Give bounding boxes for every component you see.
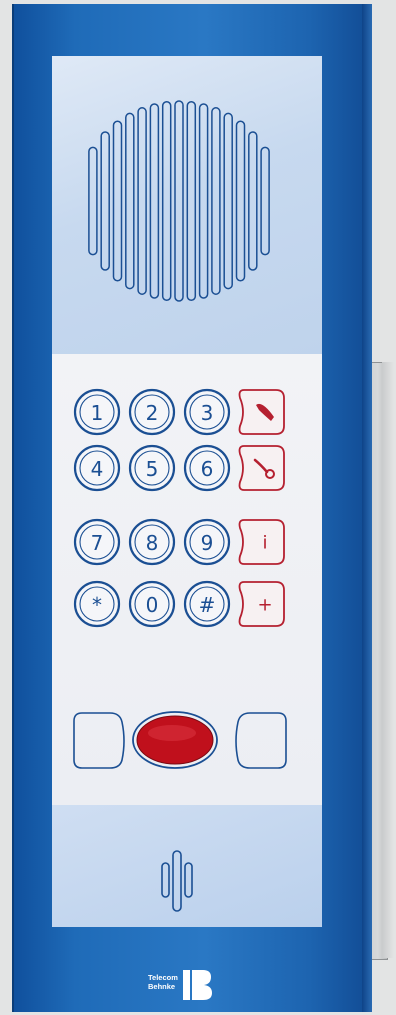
grille-slot [260, 146, 270, 256]
numeric-keypad: 1 2 3 4 5 6 7 8 9 * 0 # [73, 388, 231, 628]
key-2[interactable]: 2 [128, 388, 176, 436]
grille-slot [137, 107, 147, 295]
key-star[interactable]: * [73, 580, 121, 628]
key-label: 5 [146, 457, 159, 481]
grille-slot [125, 112, 135, 290]
key-7[interactable]: 7 [73, 518, 121, 566]
function-key-info[interactable]: i [238, 519, 285, 565]
intercom-photo: 1 2 3 4 5 6 7 8 9 * 0 # i + Telecom Behnke [0, 0, 396, 1015]
grille-slot [248, 131, 258, 271]
right-side-key[interactable] [235, 712, 287, 769]
left-side-key[interactable] [73, 712, 125, 769]
microphone-icon [161, 850, 193, 912]
info-icon: i [262, 533, 267, 554]
grille-slot [198, 103, 209, 299]
plus-icon: + [257, 595, 272, 616]
key-label: 8 [146, 531, 159, 555]
brand-logo-line-1: Telecom [148, 973, 178, 982]
key-label: 4 [91, 457, 104, 481]
key-hash[interactable]: # [183, 580, 231, 628]
function-key-label: + [257, 595, 272, 616]
key-label: 9 [201, 531, 214, 555]
key-0[interactable]: 0 [128, 580, 176, 628]
function-key-plus[interactable]: + [238, 581, 285, 627]
function-keys: i+ [238, 389, 285, 627]
grille-slot [223, 112, 233, 290]
key-9[interactable]: 9 [183, 518, 231, 566]
key-4[interactable]: 4 [73, 444, 121, 492]
grille-slot [112, 120, 123, 282]
key-label: 2 [146, 401, 159, 425]
call-button[interactable] [132, 711, 218, 769]
key-label: 1 [91, 401, 104, 425]
grille-slot [186, 101, 197, 301]
brand-logo-line-2: Behnke [148, 982, 175, 991]
key-label: 3 [201, 401, 214, 425]
key-label: 6 [201, 457, 214, 481]
grille-slot [174, 100, 184, 302]
key-3[interactable]: 3 [183, 388, 231, 436]
key-5[interactable]: 5 [128, 444, 176, 492]
grille-slot [161, 101, 172, 301]
brand-logo: Telecom Behnke [148, 970, 212, 1000]
key-label: # [199, 593, 216, 617]
key-8[interactable]: 8 [128, 518, 176, 566]
key-1[interactable]: 1 [73, 388, 121, 436]
key-label: 7 [91, 531, 104, 555]
grille-slot [88, 146, 98, 256]
key-label: * [92, 593, 102, 617]
grille-slot [235, 120, 246, 282]
function-key-handset-hangup[interactable] [238, 445, 285, 491]
device-artwork: 1 2 34 5 67 8 9* 0 # i+ Telecom Behnke [73, 100, 287, 1000]
speaker-grille [88, 100, 270, 302]
grille-slot [149, 103, 160, 299]
function-key-handset-pickup[interactable] [238, 389, 285, 435]
grille-slot [100, 131, 110, 271]
key-6[interactable]: 6 [183, 444, 231, 492]
grille-slot [211, 107, 221, 295]
function-key-label: i [262, 533, 267, 554]
key-label: 0 [146, 593, 159, 617]
